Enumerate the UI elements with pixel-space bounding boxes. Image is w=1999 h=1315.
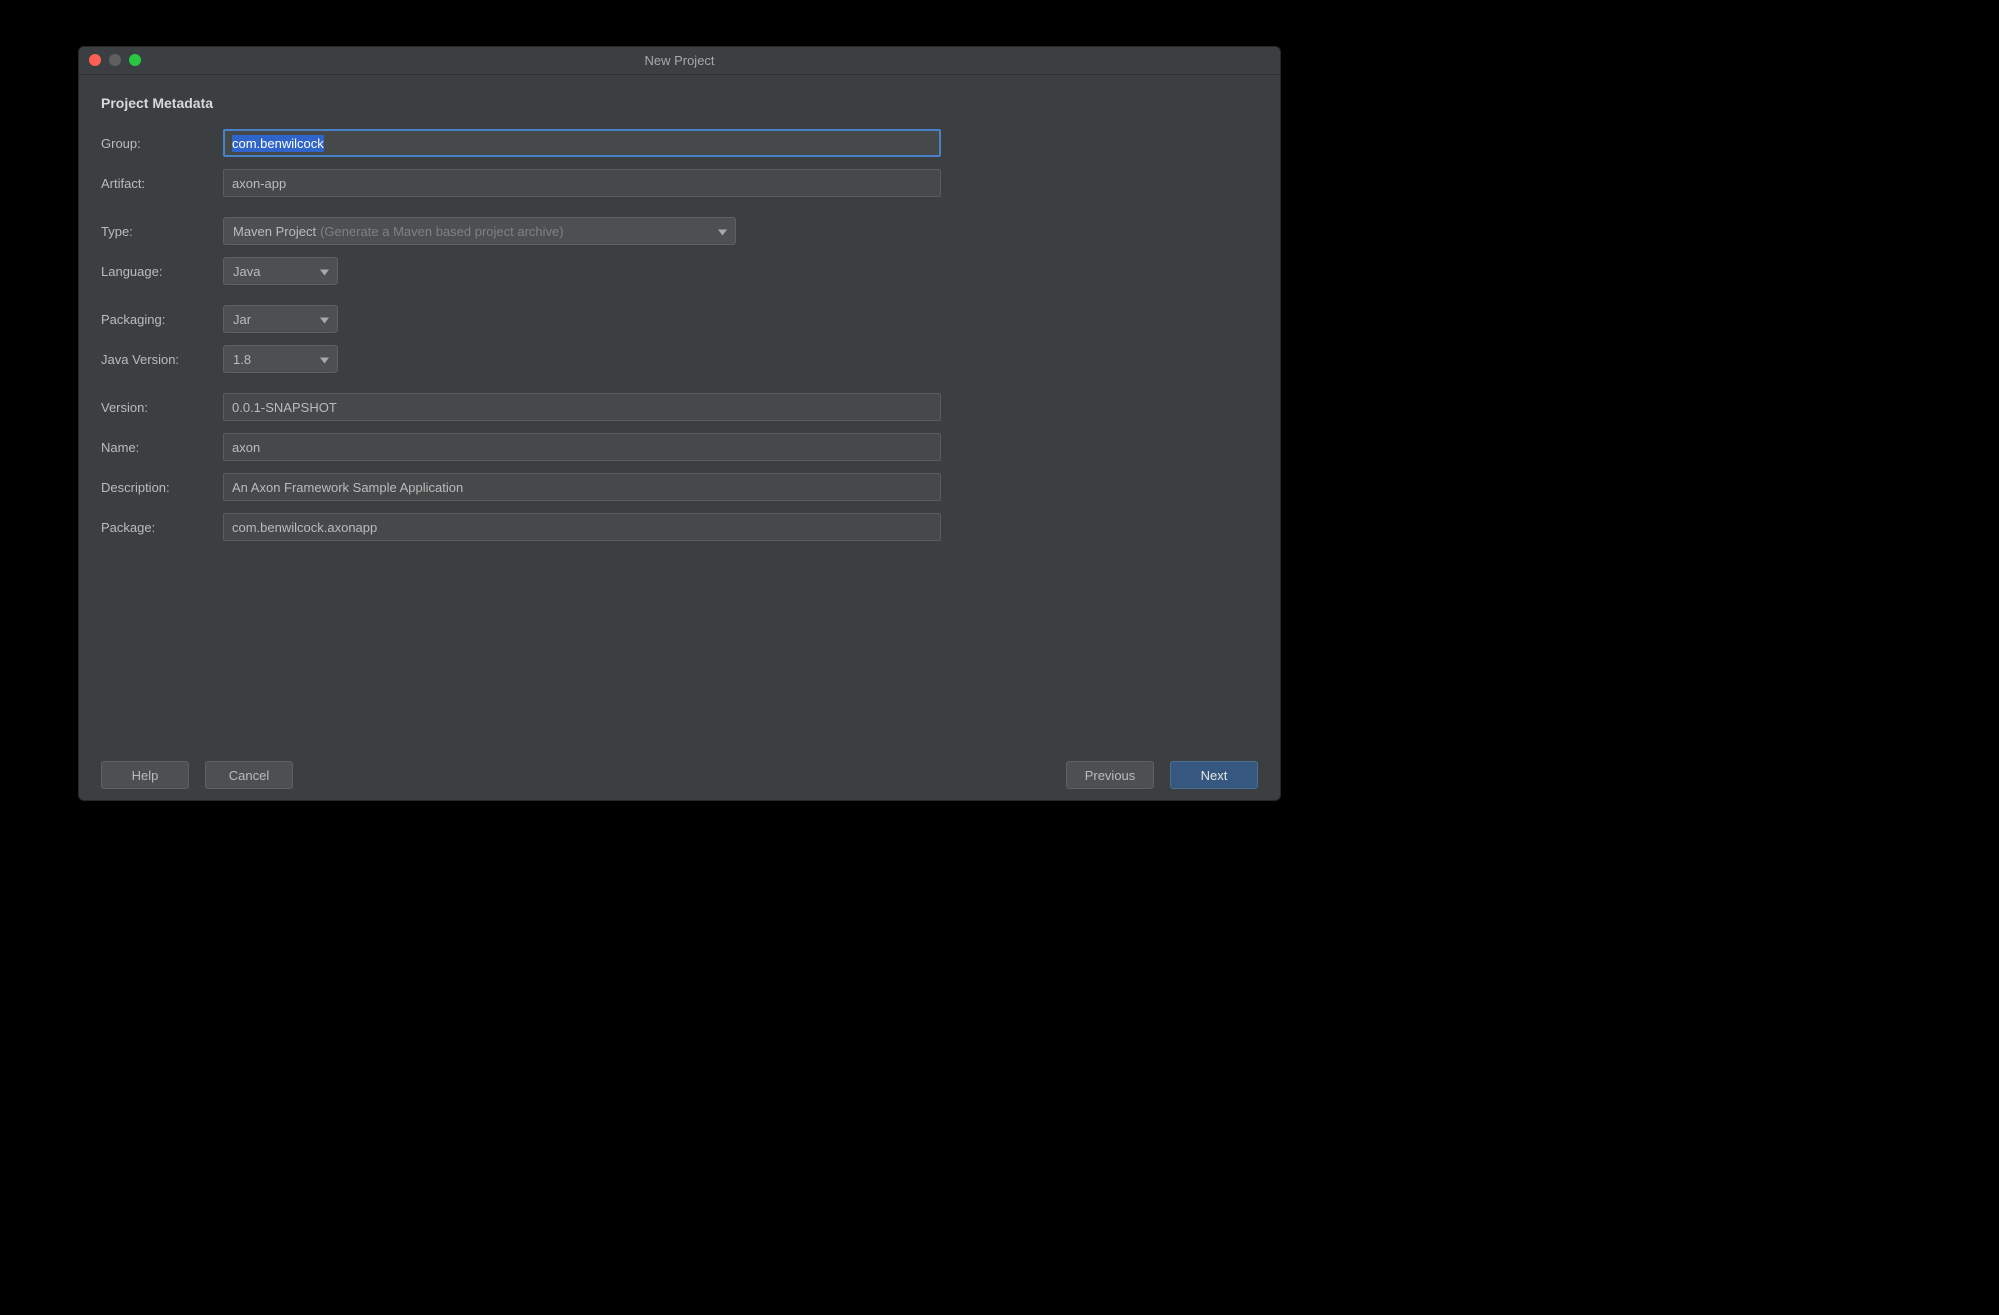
titlebar: New Project	[79, 47, 1280, 75]
packaging-select[interactable]: Jar	[223, 305, 338, 333]
type-label: Type:	[101, 224, 223, 239]
previous-button[interactable]: Previous	[1066, 761, 1154, 789]
package-input-value: com.benwilcock.axonapp	[232, 520, 377, 535]
version-input[interactable]: 0.0.1-SNAPSHOT	[223, 393, 941, 421]
new-project-dialog: New Project Project Metadata Group: com.…	[78, 46, 1281, 801]
java-version-label: Java Version:	[101, 352, 223, 367]
packaging-label: Packaging:	[101, 312, 223, 327]
chevron-down-icon	[320, 264, 329, 279]
description-input-value: An Axon Framework Sample Application	[232, 480, 463, 495]
name-input-value: axon	[232, 440, 260, 455]
version-input-value: 0.0.1-SNAPSHOT	[232, 400, 337, 415]
artifact-input[interactable]: axon-app	[223, 169, 941, 197]
window-controls	[89, 54, 141, 66]
java-version-select-value: 1.8	[233, 352, 251, 367]
name-input[interactable]: axon	[223, 433, 941, 461]
language-select[interactable]: Java	[223, 257, 338, 285]
description-label: Description:	[101, 480, 223, 495]
close-icon[interactable]	[89, 54, 101, 66]
version-label: Version:	[101, 400, 223, 415]
artifact-label: Artifact:	[101, 176, 223, 191]
window-title: New Project	[79, 53, 1280, 68]
type-select[interactable]: Maven Project (Generate a Maven based pr…	[223, 217, 736, 245]
next-button[interactable]: Next	[1170, 761, 1258, 789]
package-input[interactable]: com.benwilcock.axonapp	[223, 513, 941, 541]
packaging-select-value: Jar	[233, 312, 251, 327]
type-select-value: Maven Project	[233, 224, 316, 239]
section-header: Project Metadata	[101, 95, 1258, 111]
chevron-down-icon	[320, 352, 329, 367]
chevron-down-icon	[320, 312, 329, 327]
maximize-icon[interactable]	[129, 54, 141, 66]
language-select-value: Java	[233, 264, 260, 279]
help-button[interactable]: Help	[101, 761, 189, 789]
name-label: Name:	[101, 440, 223, 455]
dialog-footer: Help Cancel Previous Next	[79, 750, 1280, 800]
dialog-content: Project Metadata Group: com.benwilcock A…	[79, 75, 1280, 750]
language-label: Language:	[101, 264, 223, 279]
minimize-icon[interactable]	[109, 54, 121, 66]
group-input[interactable]: com.benwilcock	[223, 129, 941, 157]
cancel-button[interactable]: Cancel	[205, 761, 293, 789]
group-label: Group:	[101, 136, 223, 151]
package-label: Package:	[101, 520, 223, 535]
description-input[interactable]: An Axon Framework Sample Application	[223, 473, 941, 501]
type-select-hint: (Generate a Maven based project archive)	[320, 224, 564, 239]
java-version-select[interactable]: 1.8	[223, 345, 338, 373]
group-input-value: com.benwilcock	[232, 135, 324, 152]
chevron-down-icon	[718, 224, 727, 239]
artifact-input-value: axon-app	[232, 176, 286, 191]
